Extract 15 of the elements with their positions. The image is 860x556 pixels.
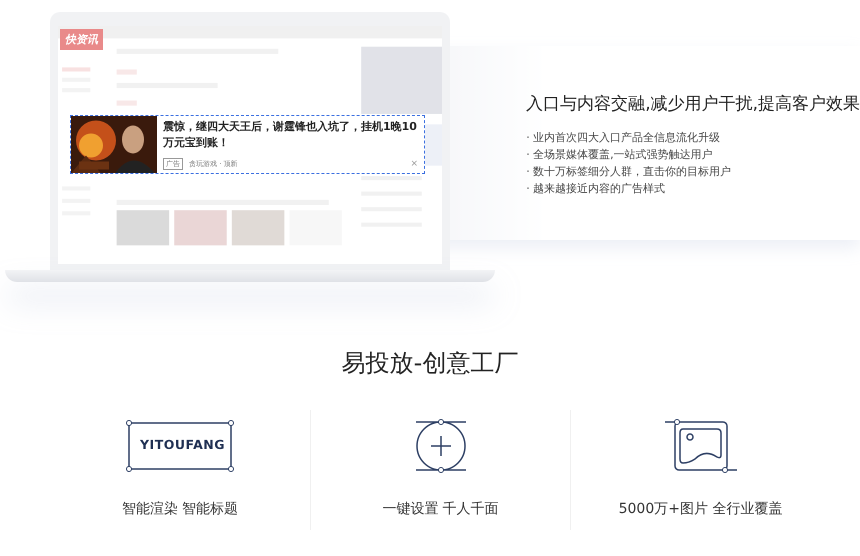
feature-point: · 数十万标签细分人群，直击你的目标用户 <box>526 164 732 180</box>
feature-title: 入口与内容交融,减少用户干扰,提高客户效果 <box>526 93 860 115</box>
section-heading: 易投放-创意工厂 <box>340 348 520 378</box>
frame-icon <box>126 420 234 472</box>
site-logo: 快资讯 <box>60 29 103 50</box>
feature-point: · 全场景媒体覆盖,一站式强势触达用户 <box>526 147 714 163</box>
brand-text: YITOUFANG <box>140 437 226 452</box>
feature-label: 5000万+图片 全行业覆盖 <box>618 500 782 518</box>
feature-point: · 业内首次四大入口产品全信息流化升级 <box>526 130 722 146</box>
feature-point: · 越来越接近内容的广告样式 <box>526 181 666 197</box>
feature-label: 一键设置 千人千面 <box>382 500 499 518</box>
image-icon <box>664 419 736 473</box>
plus-circle-icon <box>416 419 466 473</box>
ad-headline[interactable]: 震惊，继四大天王后，谢霆锋也入坑了，挂机1晚10万元宝到账！ <box>163 119 418 151</box>
feature-label: 智能渲染 智能标题 <box>122 500 238 518</box>
